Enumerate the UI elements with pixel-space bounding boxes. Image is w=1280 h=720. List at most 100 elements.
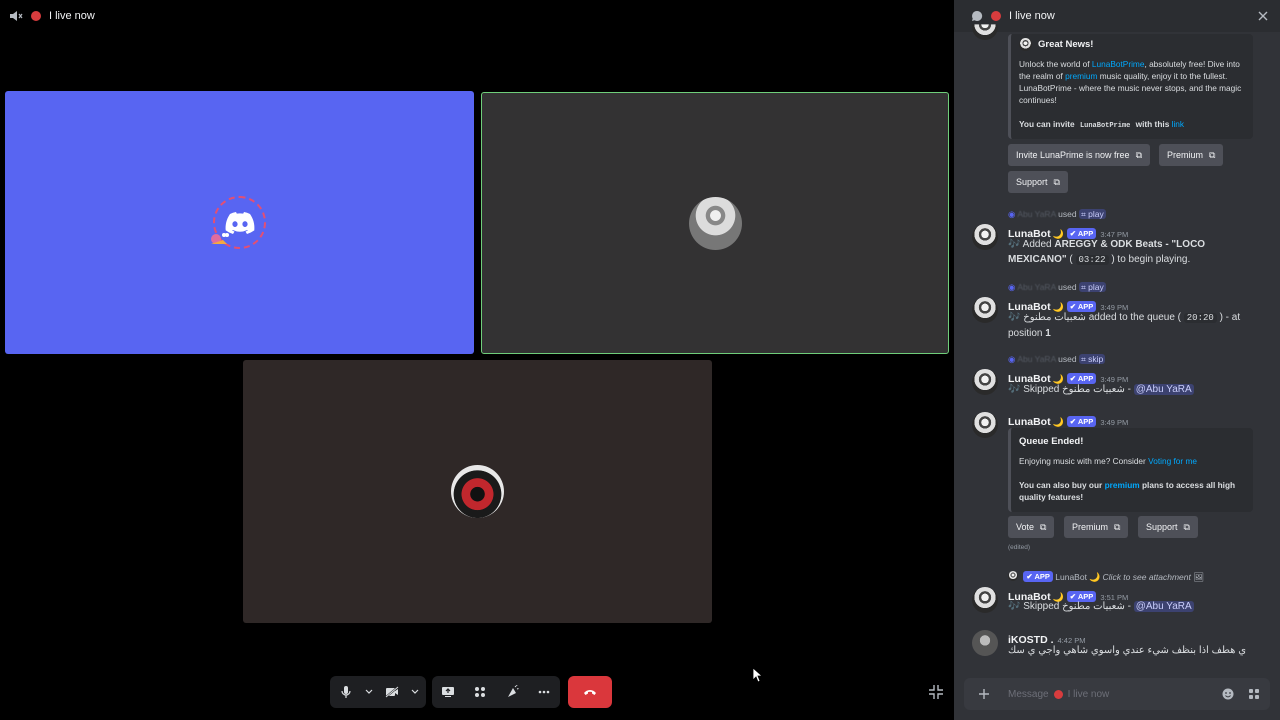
emoji-icon[interactable]: [1222, 688, 1234, 700]
author-avatar[interactable]: [972, 369, 998, 395]
embed-great-news: Great News! Unlock the world of LunaBotP…: [1008, 34, 1253, 139]
support-button[interactable]: Support ⧉: [1008, 171, 1068, 193]
support-button[interactable]: Support ⧉: [1138, 516, 1198, 538]
camera-button[interactable]: [376, 676, 408, 708]
button-label: Support: [1146, 522, 1178, 532]
premium-button[interactable]: Premium ⧉: [1159, 144, 1224, 166]
user-mention[interactable]: @Abu YaRA: [1133, 384, 1194, 395]
message-content: 🎶 Skipped شعبيات مطنوخ - @Abu YaRA: [1008, 599, 1248, 614]
microphone-options-button[interactable]: [362, 676, 376, 708]
reply-avatar: [1008, 571, 1018, 581]
vote-link[interactable]: Voting for me: [1148, 456, 1197, 466]
reply-used-text: used: [1058, 209, 1077, 219]
live-indicator-icon: [1053, 689, 1063, 699]
discord-small-icon: ◉: [1008, 209, 1016, 219]
add-attachment-icon[interactable]: [978, 688, 990, 700]
message-text: 🎶 Skipped شعبيات مطنوخ -: [1008, 384, 1134, 395]
more-dots-icon: [538, 690, 550, 694]
message-composer[interactable]: Message I live now: [964, 678, 1270, 710]
author-avatar[interactable]: [972, 224, 998, 250]
message-text: added to the queue (: [1085, 312, 1184, 323]
message-content: 🎶 شعبيات مطنوخ added to the queue ( 20:2…: [1008, 310, 1248, 341]
timestamp: 3:49 PM: [1100, 418, 1129, 427]
live-indicator-icon: [31, 11, 41, 21]
external-link-icon: ⧉: [1114, 521, 1121, 532]
live-indicator-icon: [991, 11, 1001, 21]
reply-username: Abu YaRA: [1017, 209, 1056, 219]
author-avatar[interactable]: [972, 630, 998, 656]
premium-link[interactable]: premium: [1105, 480, 1140, 490]
moon-icon: 🌙: [1052, 417, 1064, 427]
invite-link[interactable]: link: [1172, 119, 1184, 129]
reply-reference[interactable]: ◉ Abu YaRA used ⌗ play: [1008, 282, 1106, 293]
command-name: play: [1088, 209, 1104, 219]
placeholder-prefix: Message: [1008, 688, 1049, 700]
message-content: ي هطف اذا بنظف شيء عندي واسوي شاهي واجي …: [1008, 645, 1247, 656]
lunabotprime-link[interactable]: LunaBotPrime: [1092, 59, 1145, 69]
more-options-button[interactable]: [528, 676, 560, 708]
message-text: 🎶 Skipped شعبيات مطنوخ -: [1008, 601, 1134, 612]
chat-channel-name: I live now: [1009, 10, 1055, 22]
duration-code: 03:22: [1075, 255, 1109, 265]
code-inline: LunaBotPrime: [1076, 122, 1134, 130]
microphone-button[interactable]: [330, 676, 362, 708]
app-badge: ✔ APP: [1066, 416, 1097, 427]
author-avatar[interactable]: [972, 412, 998, 438]
phone-hangup-icon: [584, 690, 596, 695]
reply-reference[interactable]: ◉ Abu YaRA used ⌗ skip: [1008, 354, 1106, 365]
soundboard-button[interactable]: [496, 676, 528, 708]
microphone-icon: [341, 686, 351, 698]
user-avatar: [211, 196, 266, 249]
reply-used-text: used: [1058, 282, 1077, 292]
exit-fullscreen-icon[interactable]: [928, 684, 944, 700]
author-avatar[interactable]: [972, 587, 998, 613]
message-text: ) to begin playing.: [1108, 254, 1191, 265]
chevron-down-icon: [411, 689, 419, 694]
video-tile-third-user[interactable]: [243, 360, 712, 623]
invite-luna-prime-button[interactable]: Invite LunaPrime is now free ⧉: [1008, 144, 1150, 166]
user-mention[interactable]: @Abu YaRA: [1133, 601, 1194, 612]
user-avatar: [688, 196, 742, 250]
embed-text: Unlock the world of: [1019, 59, 1092, 69]
vote-button[interactable]: Vote ⧉: [1008, 516, 1055, 538]
share-screen-icon: [442, 687, 454, 697]
reply-username: Abu YaRA: [1017, 354, 1056, 364]
activity-controls: [432, 676, 560, 708]
reply-used-text: used: [1058, 354, 1077, 364]
slash-command[interactable]: ⌗ play: [1078, 209, 1106, 219]
slash-command[interactable]: ⌗ skip: [1078, 354, 1106, 364]
external-link-icon: ⧉: [1183, 521, 1190, 532]
author-name[interactable]: LunaBot: [1008, 416, 1051, 428]
video-tile-speaking-user[interactable]: [481, 92, 949, 354]
button-label: Invite LunaPrime is now free: [1016, 150, 1130, 160]
reply-reference[interactable]: ✔ APP LunaBot 🌙 Click to see attachment 🖼: [1008, 571, 1204, 583]
voice-call-area: I live now: [0, 0, 954, 720]
slash-command[interactable]: ⌗ play: [1078, 282, 1106, 292]
camera-options-button[interactable]: [408, 676, 422, 708]
premium-button[interactable]: Premium ⧉: [1064, 516, 1129, 538]
activities-icon: [475, 687, 485, 697]
premium-link[interactable]: premium: [1065, 71, 1097, 81]
app-badge: ✔ APP: [1023, 571, 1053, 582]
speaker-muted-icon[interactable]: [9, 10, 23, 22]
author-avatar[interactable]: [972, 297, 998, 323]
app-window: I live now I live now Great News! Unlock…: [0, 0, 1280, 720]
disconnect-button[interactable]: [568, 676, 612, 708]
reply-reference[interactable]: ◉ Abu YaRA used ⌗ play: [1008, 209, 1106, 220]
external-link-icon: ⧉: [1135, 149, 1142, 160]
close-icon[interactable]: [1256, 9, 1270, 23]
call-header: I live now: [9, 8, 95, 24]
apps-icon[interactable]: [1248, 688, 1260, 700]
button-label: Vote: [1016, 522, 1035, 532]
video-tile-discord-user[interactable]: [5, 91, 474, 354]
embed-author-icon: [1019, 38, 1032, 51]
edited-label: (edited): [1008, 544, 1031, 551]
chat-header: I live now: [954, 0, 1280, 32]
chevron-down-icon: [365, 689, 373, 694]
discord-small-icon: ◉: [1008, 282, 1016, 292]
embed-text: with this: [1133, 119, 1172, 129]
activities-button[interactable]: [464, 676, 496, 708]
message-content: 🎶 Skipped شعبيات مطنوخ - @Abu YaRA: [1008, 382, 1248, 397]
message-input[interactable]: Message I live now: [1008, 689, 1109, 700]
share-screen-button[interactable]: [432, 676, 464, 708]
